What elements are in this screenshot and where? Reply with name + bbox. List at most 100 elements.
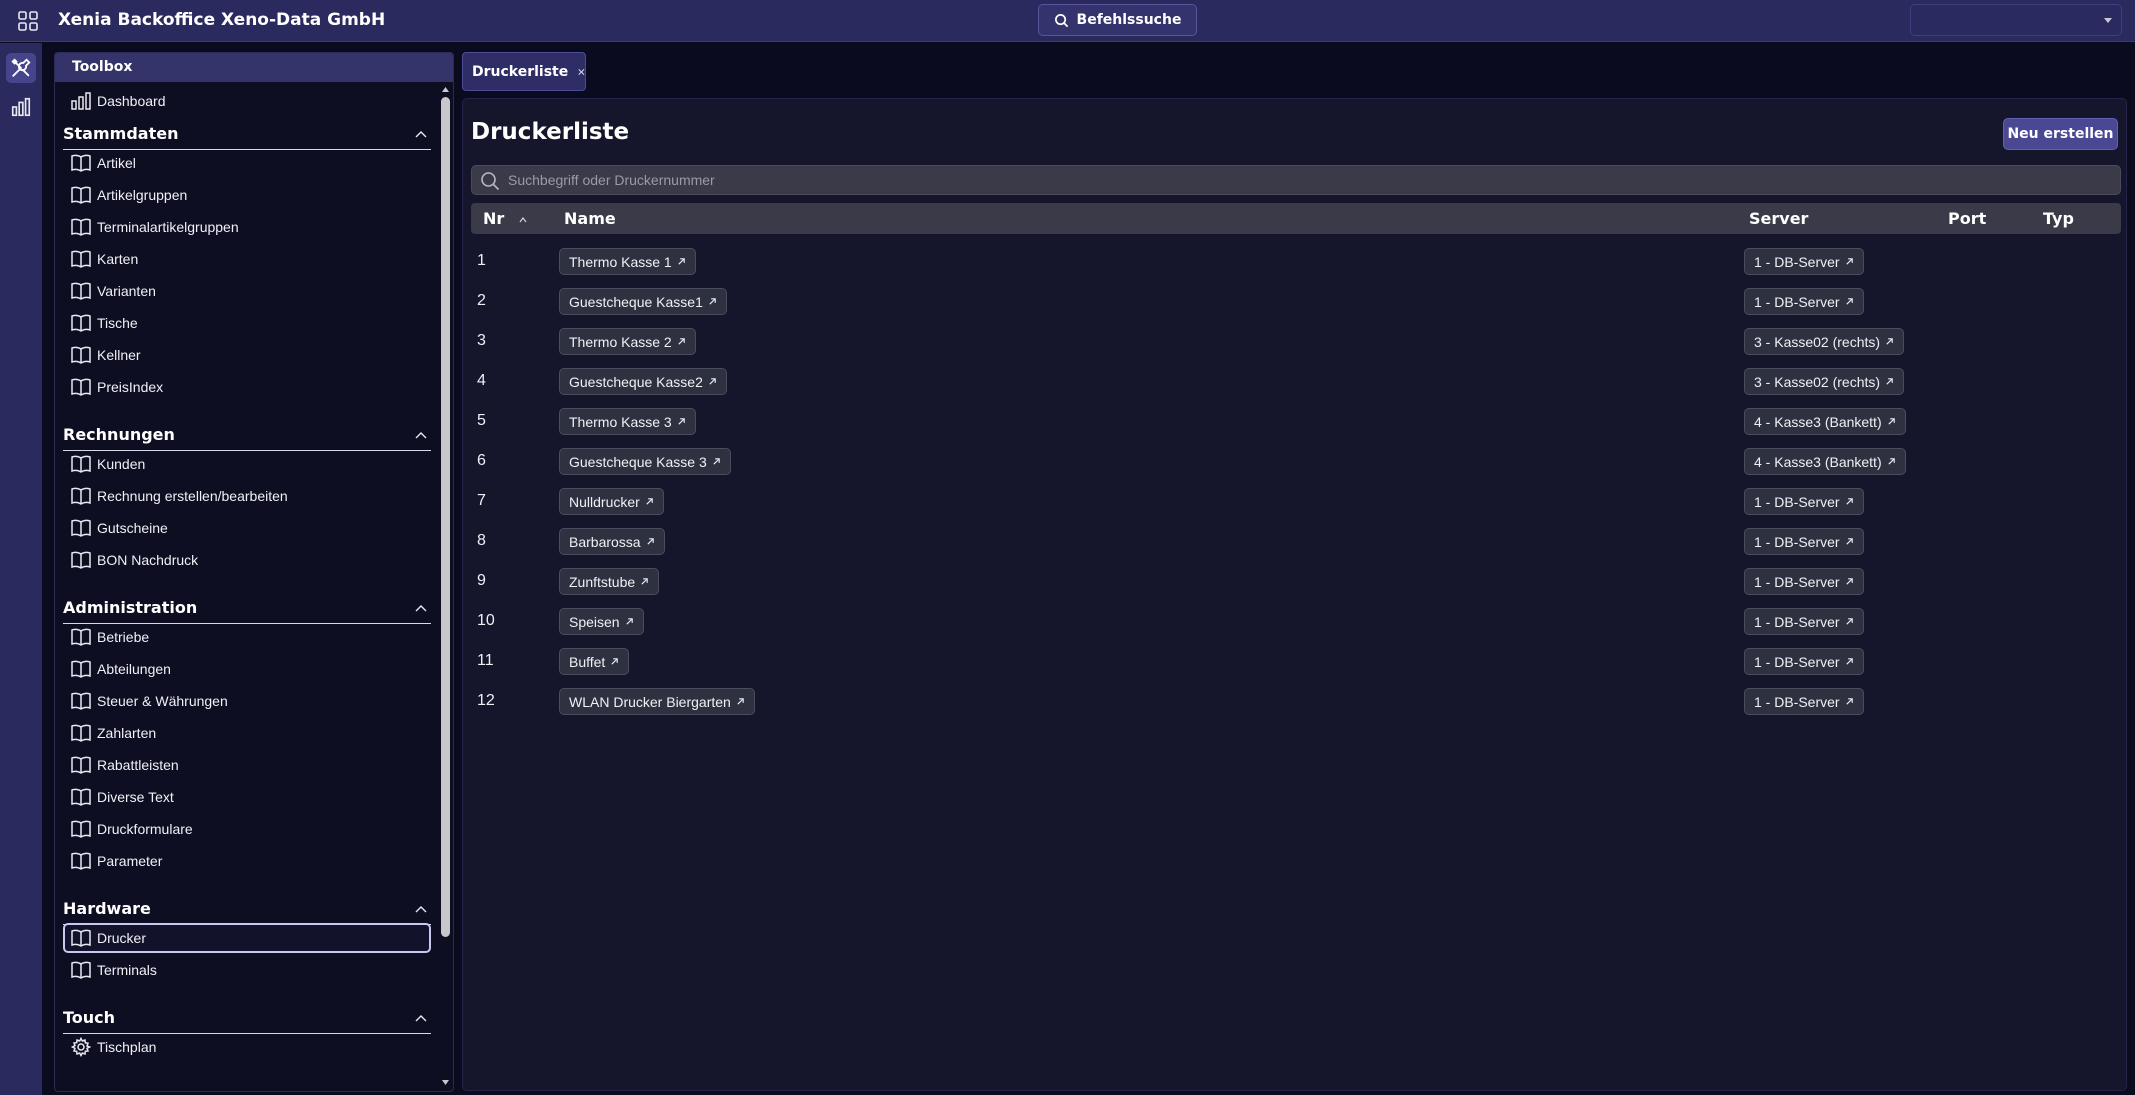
- sidebar-item-kellner[interactable]: Kellner: [63, 340, 431, 370]
- printer-name-link[interactable]: Barbarossa: [559, 528, 665, 555]
- table-row[interactable]: 10 Speisen 1 - DB-Server: [471, 601, 2121, 641]
- sidebar-item-drucker[interactable]: Drucker: [63, 923, 431, 953]
- command-search-button[interactable]: Befehlssuche: [1038, 4, 1197, 36]
- sidebar-item-label: Rechnung erstellen/bearbeiten: [97, 488, 288, 504]
- scroll-down-arrow-icon[interactable]: [441, 1079, 450, 1087]
- sidebar-item-rechnung-erstellen-bearbeiten[interactable]: Rechnung erstellen/bearbeiten: [63, 481, 431, 511]
- printer-name-link[interactable]: Buffet: [559, 648, 630, 675]
- chevron-up-icon[interactable]: [415, 431, 427, 439]
- create-new-button[interactable]: Neu erstellen: [2003, 118, 2118, 150]
- tab-druckerliste[interactable]: Druckerliste: [462, 52, 586, 91]
- apps-grid-icon[interactable]: [16, 9, 40, 33]
- printer-name-link[interactable]: Thermo Kasse 2: [559, 328, 696, 355]
- printer-name-link[interactable]: Guestcheque Kasse1: [559, 288, 727, 315]
- sidebar-item-preisindex[interactable]: PreisIndex: [63, 372, 431, 402]
- printer-name-link[interactable]: Thermo Kasse 3: [559, 408, 696, 435]
- table-row[interactable]: 11 Buffet 1 - DB-Server: [471, 641, 2121, 681]
- chevron-up-icon[interactable]: [415, 604, 427, 612]
- cell-nr: 1: [477, 252, 486, 269]
- section-title-rechnungen[interactable]: Rechnungen: [63, 421, 431, 451]
- sidebar-item-terminals[interactable]: Terminals: [63, 955, 431, 985]
- printer-name-link[interactable]: Thermo Kasse 1: [559, 248, 696, 275]
- printer-name-link[interactable]: WLAN Drucker Biergarten: [559, 688, 755, 715]
- server-link[interactable]: 1 - DB-Server: [1744, 648, 1864, 675]
- external-link-icon: [641, 578, 648, 585]
- server-link[interactable]: 1 - DB-Server: [1744, 528, 1864, 555]
- server-link[interactable]: 3 - Kasse02 (rechts): [1744, 328, 1905, 355]
- sidebar-item-karten[interactable]: Karten: [63, 244, 431, 274]
- column-header-port[interactable]: Port: [1948, 209, 1986, 228]
- server-link[interactable]: 1 - DB-Server: [1744, 568, 1864, 595]
- sidebar-item-rabattleisten[interactable]: Rabattleisten: [63, 750, 431, 780]
- sidebar-item-bon-nachdruck[interactable]: BON Nachdruck: [63, 545, 431, 575]
- column-header-name[interactable]: Name: [564, 209, 616, 228]
- section-title-touch[interactable]: Touch: [63, 1004, 431, 1034]
- sidebar-scrollbar[interactable]: [440, 85, 451, 1087]
- printer-name-link[interactable]: Speisen: [559, 608, 644, 635]
- sidebar-item-kunden[interactable]: Kunden: [63, 449, 431, 479]
- server-link[interactable]: 1 - DB-Server: [1744, 608, 1864, 635]
- table-row[interactable]: 12 WLAN Drucker Biergarten 1 - DB-Server: [471, 681, 2121, 721]
- table-row[interactable]: 5 Thermo Kasse 3 4 - Kasse3 (Bankett): [471, 401, 2121, 441]
- sidebar-item-dashboard[interactable]: Dashboard: [63, 86, 431, 116]
- server-link[interactable]: 1 - DB-Server: [1744, 248, 1864, 275]
- server-link[interactable]: 4 - Kasse3 (Bankett): [1744, 408, 1906, 435]
- server-link[interactable]: 1 - DB-Server: [1744, 688, 1864, 715]
- rail-statistics-button[interactable]: [6, 92, 36, 122]
- column-header-typ[interactable]: Typ: [2043, 209, 2074, 228]
- search-input[interactable]: [508, 169, 2108, 191]
- printer-name-link[interactable]: Guestcheque Kasse2: [559, 368, 727, 395]
- section-title-administration[interactable]: Administration: [63, 594, 431, 624]
- table-row[interactable]: 1 Thermo Kasse 1 1 - DB-Server: [471, 241, 2121, 281]
- table-row[interactable]: 7 Nulldrucker 1 - DB-Server: [471, 481, 2121, 521]
- sidebar-item-gutscheine[interactable]: Gutscheine: [63, 513, 431, 543]
- sidebar-item-artikel[interactable]: Artikel: [63, 148, 431, 178]
- sidebar-item-tischplan[interactable]: Tischplan: [63, 1032, 431, 1062]
- user-dropdown[interactable]: [1910, 4, 2122, 36]
- server-link[interactable]: 1 - DB-Server: [1744, 288, 1864, 315]
- section-title-hardware[interactable]: Hardware: [63, 895, 431, 925]
- sidebar-item-artikelgruppen[interactable]: Artikelgruppen: [63, 180, 431, 210]
- sidebar-item-terminalartikelgruppen[interactable]: Terminalartikelgruppen: [63, 212, 431, 242]
- sidebar-item-abteilungen[interactable]: Abteilungen: [63, 654, 431, 684]
- sidebar-item-steuer-währungen[interactable]: Steuer & Währungen: [63, 686, 431, 716]
- sidebar-item-druckformulare[interactable]: Druckformulare: [63, 814, 431, 844]
- scroll-up-arrow-icon[interactable]: [441, 85, 450, 93]
- server-label: 1 - DB-Server: [1754, 613, 1840, 630]
- table-row[interactable]: 2 Guestcheque Kasse1 1 - DB-Server: [471, 281, 2121, 321]
- toolbox-title: Toolbox: [55, 53, 453, 82]
- book-icon: [71, 250, 91, 268]
- printer-name-link[interactable]: Guestcheque Kasse 3: [559, 448, 731, 475]
- sidebar-item-betriebe[interactable]: Betriebe: [63, 622, 431, 652]
- column-header-server[interactable]: Server: [1749, 209, 1808, 228]
- cell-nr: 2: [477, 292, 486, 309]
- server-link[interactable]: 3 - Kasse02 (rechts): [1744, 368, 1905, 395]
- section-title-stammdaten[interactable]: Stammdaten: [63, 120, 431, 150]
- search-field[interactable]: [471, 165, 2121, 195]
- sidebar-item-varianten[interactable]: Varianten: [63, 276, 431, 306]
- server-link[interactable]: 1 - DB-Server: [1744, 488, 1864, 515]
- table-row[interactable]: 6 Guestcheque Kasse 3 4 - Kasse3 (Bankett): [471, 441, 2121, 481]
- table-row[interactable]: 4 Guestcheque Kasse2 3 - Kasse02 (rechts): [471, 361, 2121, 401]
- sidebar-item-label: Druckformulare: [97, 821, 193, 837]
- scrollbar-thumb[interactable]: [441, 97, 450, 937]
- table-row[interactable]: 9 Zunftstube 1 - DB-Server: [471, 561, 2121, 601]
- printer-name-label: Guestcheque Kasse2: [569, 373, 703, 390]
- printer-name-link[interactable]: Nulldrucker: [559, 488, 664, 515]
- rail-toolbox-button[interactable]: [6, 53, 36, 83]
- sidebar-item-zahlarten[interactable]: Zahlarten: [63, 718, 431, 748]
- external-link-icon: [1886, 338, 1893, 345]
- sidebar-item-diverse-text[interactable]: Diverse Text: [63, 782, 431, 812]
- printer-name-link[interactable]: Zunftstube: [559, 568, 660, 595]
- chevron-up-icon[interactable]: [415, 1014, 427, 1022]
- chevron-up-icon[interactable]: [415, 905, 427, 913]
- sidebar-item-parameter[interactable]: Parameter: [63, 846, 431, 876]
- chevron-up-icon[interactable]: [415, 130, 427, 138]
- book-icon: [71, 961, 91, 979]
- close-icon[interactable]: [578, 67, 585, 77]
- column-header-nr[interactable]: Nr: [483, 209, 528, 228]
- sidebar-item-tische[interactable]: Tische: [63, 308, 431, 338]
- table-row[interactable]: 3 Thermo Kasse 2 3 - Kasse02 (rechts): [471, 321, 2121, 361]
- server-link[interactable]: 4 - Kasse3 (Bankett): [1744, 448, 1906, 475]
- table-row[interactable]: 8 Barbarossa 1 - DB-Server: [471, 521, 2121, 561]
